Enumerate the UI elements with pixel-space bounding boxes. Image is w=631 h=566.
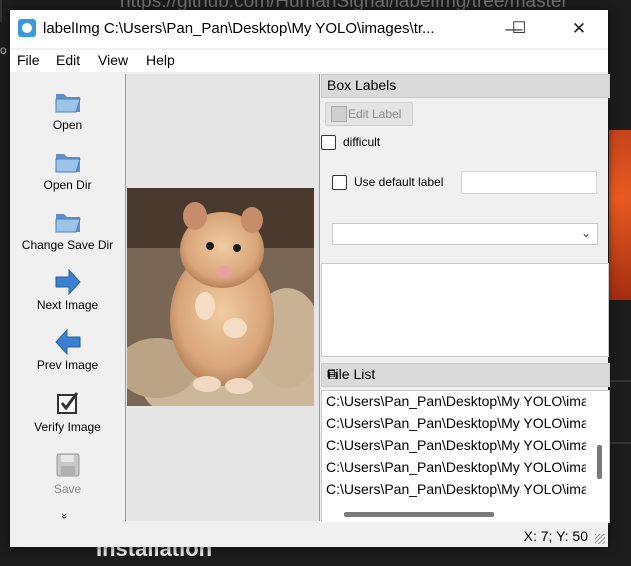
- window-title: labelImg C:\Users\Pan_Pan\Desktop\My YOL…: [43, 20, 435, 37]
- open-dir-label: Open Dir: [43, 178, 92, 192]
- background-browser-tab: [0, 0, 2, 22]
- file-list-horizontal-scrollbar[interactable]: [322, 508, 605, 520]
- prev-image-label: Prev Image: [36, 358, 99, 372]
- open-button[interactable]: Open: [10, 86, 125, 132]
- tools-toolbar: Open Open Dir Change Save Dir Next Image: [10, 74, 126, 521]
- status-bar: X: 7; Y: 50: [10, 522, 608, 547]
- cursor-coordinates: X: 7; Y: 50: [523, 528, 588, 544]
- folder-open-icon: [55, 94, 81, 113]
- close-button[interactable]: ✕: [559, 16, 599, 42]
- background-image-strip: [609, 130, 631, 300]
- edit-label-text: Edit Label: [348, 107, 402, 121]
- arrow-left-icon: [54, 328, 80, 356]
- save-label: Save: [53, 482, 82, 496]
- label-combo-box[interactable]: ⌄: [332, 223, 598, 245]
- default-label-input[interactable]: [461, 171, 597, 194]
- float-dock-icon[interactable]: ⧉: [327, 366, 603, 383]
- background-edge-letter: o: [0, 43, 7, 57]
- box-labels-dock-title[interactable]: Box Labels: [321, 74, 610, 98]
- hamster-photo: [127, 188, 314, 406]
- menu-file[interactable]: File: [17, 52, 40, 68]
- labelimg-window: labelImg C:\Users\Pan_Pan\Desktop\My YOL…: [10, 10, 610, 547]
- menu-help[interactable]: Help: [146, 52, 175, 68]
- menu-edit[interactable]: Edit: [56, 52, 80, 68]
- toolbar-more-icon[interactable]: »: [58, 513, 70, 519]
- menu-bar: File Edit View Help: [10, 50, 608, 72]
- next-image-button[interactable]: Next Image: [10, 268, 125, 312]
- file-list[interactable]: C:\Users\Pan_Pan\Desktop\My YOLO\images …: [321, 390, 610, 523]
- next-image-label: Next Image: [36, 298, 99, 312]
- app-icon: [18, 19, 36, 37]
- open-dir-button[interactable]: Open Dir: [10, 146, 125, 192]
- edit-label-button[interactable]: Edit Label: [325, 102, 413, 126]
- horizontal-scroll-thumb[interactable]: [344, 512, 494, 517]
- vertical-scroll-thumb[interactable]: [597, 445, 602, 479]
- difficult-label: difficult: [343, 135, 381, 149]
- verify-image-label: Verify Image: [34, 420, 101, 434]
- checkbox-check-icon: [56, 392, 78, 414]
- file-list-item[interactable]: C:\Users\Pan_Pan\Desktop\My YOLO\images: [326, 393, 586, 409]
- verify-image-button[interactable]: Verify Image: [10, 388, 125, 434]
- folder-open-icon: [55, 154, 81, 173]
- arrow-right-icon: [55, 268, 81, 296]
- use-default-label-text: Use default label: [354, 175, 444, 189]
- title-bar[interactable]: labelImg C:\Users\Pan_Pan\Desktop\My YOL…: [10, 10, 608, 48]
- use-default-label-checkbox[interactable]: [332, 175, 347, 190]
- file-list-item[interactable]: C:\Users\Pan_Pan\Desktop\My YOLO\images: [326, 459, 586, 475]
- floppy-disk-icon: [56, 453, 79, 477]
- label-list[interactable]: [321, 263, 609, 357]
- folder-open-icon: [55, 214, 81, 233]
- box-labels-title: Box Labels: [327, 77, 397, 93]
- change-save-dir-label: Change Save Dir: [21, 238, 114, 252]
- prev-image-button[interactable]: Prev Image: [10, 328, 125, 372]
- resize-grip-icon[interactable]: [595, 534, 605, 544]
- chevron-down-icon: ⌄: [580, 226, 591, 240]
- menu-view[interactable]: View: [98, 52, 128, 68]
- change-save-dir-button[interactable]: Change Save Dir: [10, 206, 125, 252]
- file-list-vertical-scrollbar[interactable]: [595, 391, 605, 506]
- background-divider: [609, 380, 631, 444]
- file-list-item[interactable]: C:\Users\Pan_Pan\Desktop\My YOLO\images: [326, 437, 586, 453]
- difficult-checkbox[interactable]: [321, 135, 336, 150]
- image-canvas[interactable]: [126, 74, 320, 521]
- file-list-item[interactable]: C:\Users\Pan_Pan\Desktop\My YOLO\images: [326, 415, 586, 431]
- file-list-item[interactable]: C:\Users\Pan_Pan\Desktop\My YOLO\images: [326, 481, 586, 497]
- maximize-button[interactable]: ☐: [499, 16, 539, 42]
- edit-pencil-icon: [331, 106, 347, 122]
- file-list-dock-title[interactable]: File List ⧉: [321, 363, 610, 387]
- save-button[interactable]: Save: [10, 450, 125, 496]
- open-label: Open: [52, 118, 83, 132]
